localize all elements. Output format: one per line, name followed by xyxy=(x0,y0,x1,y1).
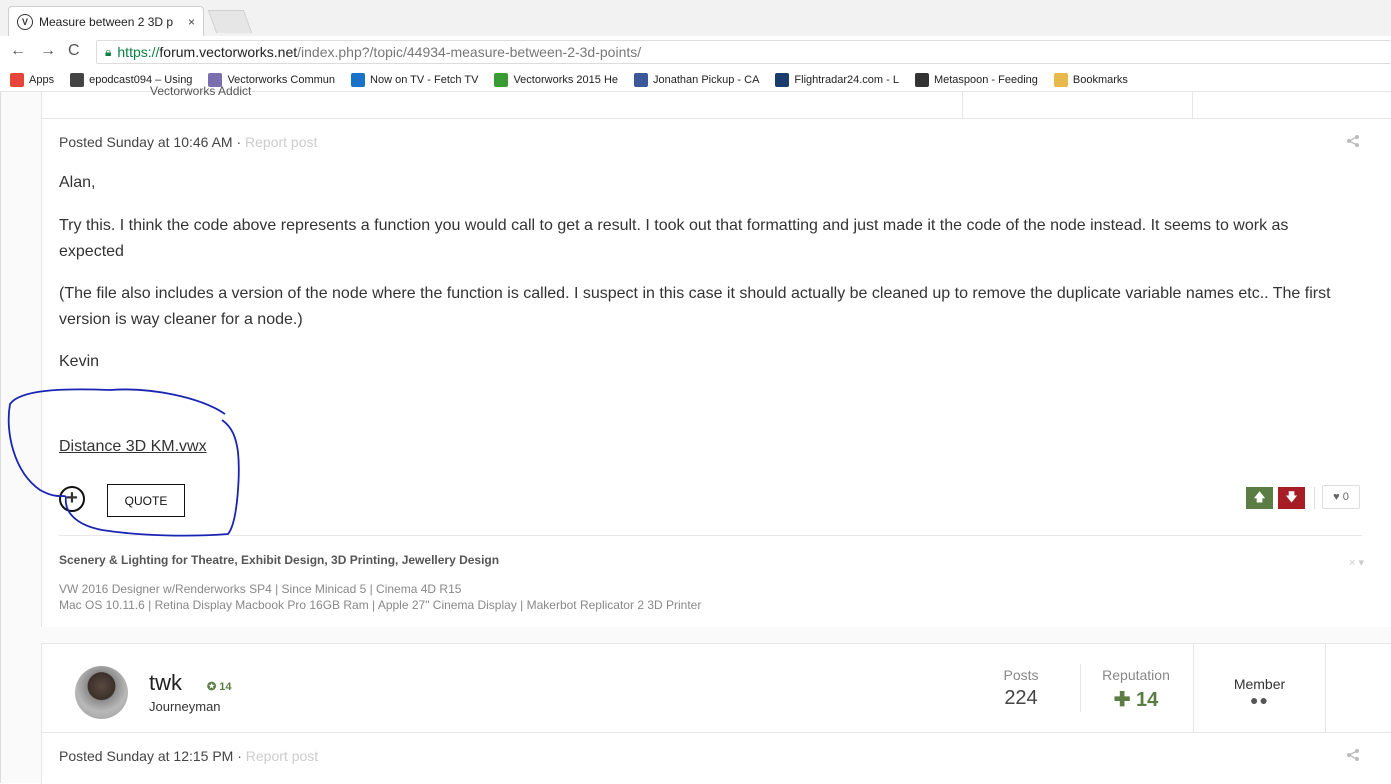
divider xyxy=(1192,92,1193,118)
bookmark-label: Metaspoon - Feeding xyxy=(933,73,1038,86)
post-paragraph: (The file also includes a version of the… xyxy=(59,285,1331,328)
tv-icon xyxy=(351,72,366,87)
bookmark-label: Jonathan Pickup - CA xyxy=(653,73,760,86)
signature-divider xyxy=(59,535,1362,536)
posts-label: Posts xyxy=(1003,667,1039,683)
author-bar: twk ✪ 14 Journeyman Posts 224 Reputation… xyxy=(42,644,1391,733)
bookmark-label: Vectorworks 2015 He xyxy=(513,73,619,86)
bookmark-item[interactable]: Apps xyxy=(10,72,55,87)
post-paragraph: Kevin xyxy=(59,353,100,370)
forum-post: twk ✪ 14 Journeyman Posts 224 Reputation… xyxy=(41,643,1391,784)
bookmark-item[interactable]: Now on TV - Fetch TV xyxy=(351,72,479,87)
globe-icon xyxy=(775,72,790,87)
signature-line: Mac OS 10.11.6 | Retina Display Macbook … xyxy=(59,598,702,612)
new-tab-button[interactable] xyxy=(207,10,253,33)
divider xyxy=(962,92,963,118)
apps-grid-icon xyxy=(10,72,24,87)
bookmark-label: Flightradar24.com - L xyxy=(794,73,899,86)
member-stat: Member ●● xyxy=(1193,644,1326,732)
attachment-link[interactable]: Distance 3D KM.vwx xyxy=(59,438,207,456)
help-icon xyxy=(494,72,509,87)
previous-author-rank: Vectorworks Addict xyxy=(150,84,252,98)
share-icon[interactable] xyxy=(1346,134,1360,151)
like-count[interactable]: ♥ 0 xyxy=(1322,485,1360,509)
upvote-button[interactable]: 🡅 xyxy=(1246,487,1273,509)
post-paragraph: Alan, xyxy=(59,174,96,191)
bookmark-label: Bookmarks xyxy=(1072,73,1128,86)
bookmark-label: Apps xyxy=(29,73,55,86)
report-post-link[interactable]: Report post xyxy=(245,134,317,150)
bookmark-label: Now on TV - Fetch TV xyxy=(370,73,479,86)
divider xyxy=(1325,644,1326,732)
report-post-link[interactable]: Report post xyxy=(246,748,318,764)
downvote-button[interactable]: 🡇 xyxy=(1278,487,1305,509)
back-icon[interactable]: ← xyxy=(10,42,26,60)
address-bar: ← → C 🔒︎ https:// forum.vectorworks.net … xyxy=(0,36,1391,69)
avatar[interactable] xyxy=(75,666,128,719)
page-left-border xyxy=(0,92,1,783)
url-scheme: https:// xyxy=(117,44,160,60)
forward-icon[interactable]: → xyxy=(40,42,56,60)
bookmark-item[interactable]: Metaspoon - Feeding xyxy=(914,72,1038,87)
quote-button[interactable]: QUOTE xyxy=(107,484,185,517)
reputation-value: ✚ 14 xyxy=(1113,689,1159,711)
tab-close-icon[interactable]: × xyxy=(188,15,195,29)
bookmark-item[interactable]: Jonathan Pickup - CA xyxy=(634,72,760,87)
facebook-icon xyxy=(634,72,649,87)
signature-line: VW 2016 Designer w/Renderworks SP4 | Sin… xyxy=(59,582,462,596)
reputation-label: Reputation xyxy=(1102,667,1170,683)
bookmark-item[interactable]: Bookmarks xyxy=(1053,72,1128,87)
author-name[interactable]: twk xyxy=(149,670,182,696)
forum-page: Vectorworks Addict Posted Sunday at 10:4… xyxy=(0,84,1391,784)
forum-post: Vectorworks Addict Posted Sunday at 10:4… xyxy=(41,84,1391,627)
post-date: Posted Sunday at 12:15 PM · Report post xyxy=(59,748,318,764)
vectorworks-favicon-icon: V xyxy=(17,13,33,30)
previous-author-bar: Vectorworks Addict xyxy=(42,84,1391,119)
post-paragraph: Try this. I think the code above represe… xyxy=(59,217,1289,260)
lock-icon: 🔒︎ xyxy=(105,44,112,59)
reputation-stat: Reputation ✚ 14 xyxy=(1080,644,1192,732)
posts-stat: Posts 224 xyxy=(962,644,1080,732)
post-date: Posted Sunday at 10:46 AM · Report post xyxy=(59,134,317,150)
url-host: forum.vectorworks.net xyxy=(159,44,298,60)
multiquote-button[interactable]: + xyxy=(59,486,85,512)
signature-title: Scenery & Lighting for Theatre, Exhibit … xyxy=(59,553,500,567)
bookmark-item[interactable]: Vectorworks 2015 He xyxy=(494,72,619,87)
tab-title: Measure between 2 3D p xyxy=(39,14,174,29)
signature-close-icon[interactable]: × ▾ xyxy=(1349,556,1364,569)
url-input[interactable]: 🔒︎ https:// forum.vectorworks.net /index… xyxy=(96,40,1391,64)
podcast-icon xyxy=(70,72,85,87)
posted-text: Posted Sunday at 12:15 PM · xyxy=(59,748,242,764)
url-path: /index.php?/topic/44934-measure-between-… xyxy=(297,44,642,60)
share-icon[interactable] xyxy=(1346,748,1360,765)
author-rank: Journeyman xyxy=(149,699,221,714)
divider xyxy=(1314,487,1315,509)
bookmark-item[interactable]: Flightradar24.com - L xyxy=(775,72,899,87)
reputation-badge: ✪ 14 xyxy=(207,681,232,693)
folder-icon xyxy=(1053,72,1068,87)
arrow-up-icon: 🡅 xyxy=(1253,489,1266,504)
posted-text: Posted Sunday at 10:46 AM · xyxy=(59,134,242,150)
metaspoon-icon xyxy=(914,72,929,87)
member-level-dots: ●● xyxy=(1250,692,1269,708)
posts-value: 224 xyxy=(1004,687,1038,709)
tab-strip: V Measure between 2 3D p × xyxy=(0,0,1391,36)
arrow-down-icon: 🡇 xyxy=(1285,489,1298,504)
member-label: Member xyxy=(1233,676,1286,692)
browser-tab[interactable]: V Measure between 2 3D p × xyxy=(8,6,204,36)
reload-icon[interactable]: C xyxy=(68,42,80,60)
